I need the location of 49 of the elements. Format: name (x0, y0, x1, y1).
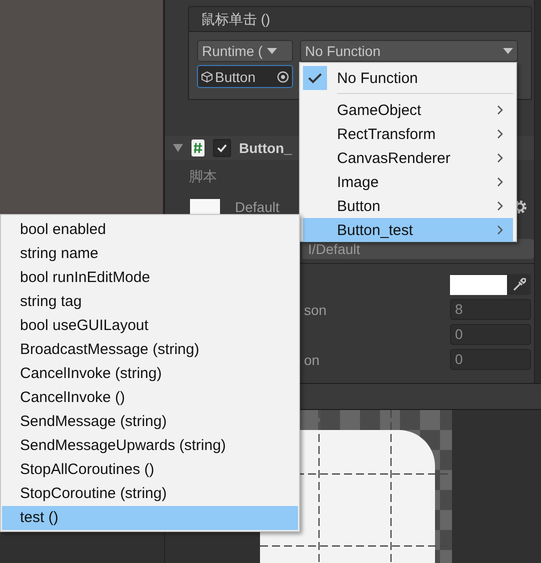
menu-item[interactable]: SendMessageUpwards (string) (2, 434, 298, 458)
menu-item[interactable]: GameObject (303, 98, 513, 122)
collapse-arrow-icon[interactable] (173, 144, 183, 152)
chevron-right-icon (497, 129, 503, 139)
number-field[interactable]: 8 (450, 299, 531, 320)
chevron-right-icon (497, 177, 503, 187)
checkmark-icon (216, 142, 228, 154)
function-dropdown[interactable]: No Function (300, 40, 518, 62)
menu-item[interactable]: StopAllCoroutines () (2, 458, 298, 482)
object-name: Button (215, 68, 256, 84)
component-title: Button_ (239, 140, 292, 156)
enabled-checkbox[interactable] (213, 139, 231, 157)
menu-item[interactable]: bool enabled (2, 218, 298, 242)
script-label: 脚本 (189, 168, 217, 186)
menu-item[interactable]: test () (2, 506, 298, 530)
target-picker-icon[interactable] (277, 70, 289, 82)
chevron-right-icon (497, 201, 503, 211)
menu-item[interactable]: string tag (2, 290, 298, 314)
menu-item[interactable]: bool useGUILayout (2, 314, 298, 338)
chevron-right-icon (497, 225, 503, 235)
menu-item[interactable]: Button_test (303, 218, 513, 242)
event-title: 鼠标单击 () (201, 11, 270, 27)
menu-item[interactable]: StopCoroutine (string) (2, 482, 298, 506)
menu-item[interactable]: Button (303, 194, 513, 218)
script-icon (191, 139, 205, 157)
caret-icon (266, 48, 277, 54)
menu-item[interactable]: Image (303, 170, 513, 194)
color-field[interactable] (450, 274, 531, 295)
menu-item[interactable]: CancelInvoke (string) (2, 362, 298, 386)
menu-item[interactable]: CancelInvoke () (2, 386, 298, 410)
menu-item[interactable]: CanvasRenderer (303, 146, 513, 170)
object-field[interactable]: Button (197, 65, 293, 88)
cube-icon (201, 70, 213, 82)
number-field[interactable]: 0 (450, 349, 531, 370)
menu-item[interactable]: bool runInEditMode (2, 266, 298, 290)
chevron-right-icon (497, 153, 503, 163)
property-label: on (303, 352, 320, 368)
menu-item[interactable]: SendMessage (string) (2, 410, 298, 434)
chevron-right-icon (497, 105, 503, 115)
menu-item[interactable]: RectTransform (303, 122, 513, 146)
runtime-dropdown[interactable]: Runtime ( (197, 40, 293, 62)
caret-icon (503, 48, 513, 54)
menu-item[interactable]: string name (2, 242, 298, 266)
number-field[interactable]: 0 (450, 324, 531, 345)
property-label: son (303, 302, 327, 318)
menu-item[interactable]: BroadcastMessage (string) (2, 338, 298, 362)
eyedropper-icon[interactable] (512, 278, 526, 292)
menu-item[interactable]: No Function (303, 66, 513, 90)
material-name: Default (235, 199, 280, 215)
